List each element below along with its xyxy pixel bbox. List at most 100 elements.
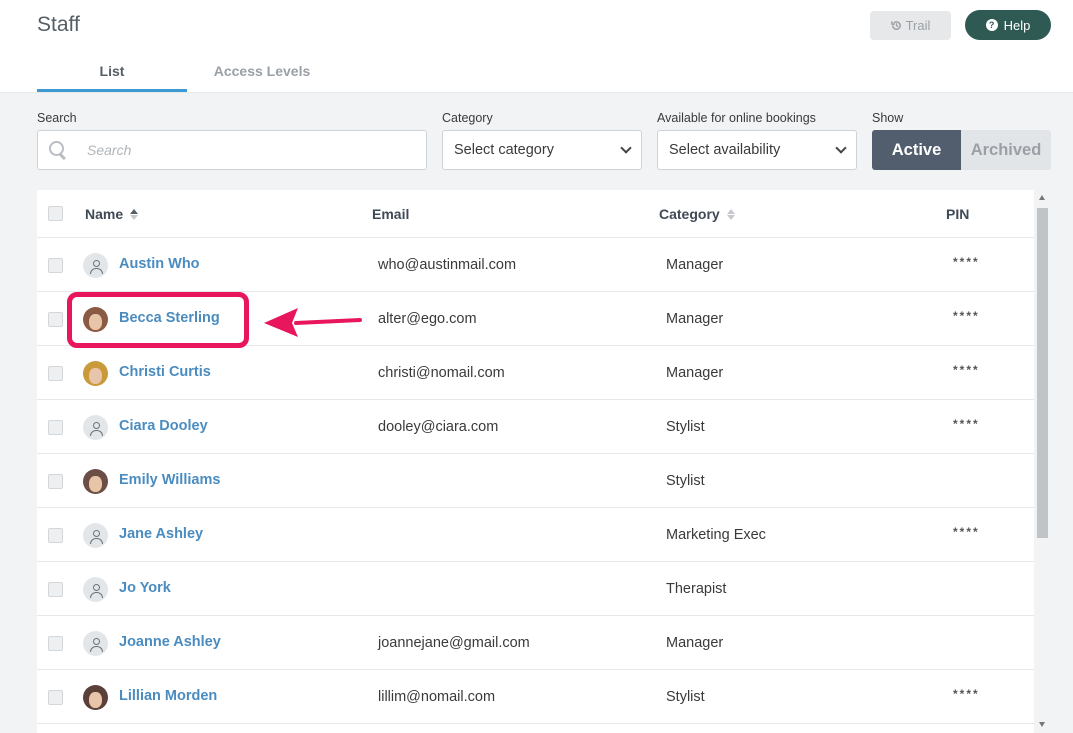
column-header-category[interactable]: Category [659,206,735,222]
tab-bar: List Access Levels [37,58,337,92]
staff-pin: **** [953,255,980,269]
staff-email: who@austinmail.com [378,257,517,273]
search-input[interactable] [87,142,387,158]
table-row[interactable]: Christi Curtis christi@nomail.com Manage… [37,346,1034,400]
staff-name-link[interactable]: Ciara Dooley [119,418,208,434]
sort-icon [726,208,735,220]
scroll-down-icon[interactable] [1039,722,1045,727]
staff-pin: **** [953,363,980,377]
table-row[interactable]: Joanne Ashley joannejane@gmail.com Manag… [37,616,1034,670]
staff-email: alter@ego.com [378,311,477,327]
avatar [83,415,108,440]
table-row[interactable]: Ciara Dooley dooley@ciara.com Stylist **… [37,400,1034,454]
staff-name-link[interactable]: Joanne Ashley [119,634,221,650]
column-header-email: Email [372,206,409,222]
table-row[interactable]: Jane Ashley Marketing Exec **** [37,508,1034,562]
staff-category: Manager [666,635,724,651]
active-toggle-button[interactable]: Active [872,130,961,170]
avatar [83,523,108,548]
staff-name-link[interactable]: Lillian Morden [119,688,217,704]
staff-pin: **** [953,417,980,431]
staff-category: Manager [666,365,724,381]
person-icon [89,529,103,544]
table-scrollbar[interactable] [1034,190,1051,733]
staff-name-link[interactable]: Jane Ashley [119,526,203,542]
staff-pin: **** [953,309,980,323]
trail-button[interactable]: Trail [870,11,951,40]
availability-select-value: Select availability [669,142,781,158]
avatar [83,361,108,386]
staff-email: lillim@nomail.com [378,689,496,705]
staff-category: Stylist [666,419,705,435]
avatar [83,577,108,602]
table-row[interactable]: Emily Williams Stylist [37,454,1034,508]
person-icon [89,421,103,436]
scroll-up-icon[interactable] [1039,195,1045,200]
select-all-checkbox[interactable] [48,206,63,221]
person-icon [89,637,103,652]
staff-pin: **** [953,687,980,701]
help-button[interactable]: ? Help [965,10,1051,40]
table-row[interactable]: Lillian Morden lillim@nomail.com Stylist… [37,670,1034,724]
row-checkbox[interactable] [48,690,63,705]
staff-category: Therapist [666,581,727,597]
avatar [83,307,108,332]
history-icon [890,21,901,30]
column-header-email-label: Email [372,206,410,222]
question-circle-icon: ? [985,19,998,31]
avatar [83,253,108,278]
staff-name-link[interactable]: Becca Sterling [119,310,220,326]
staff-name-link[interactable]: Jo York [119,580,171,596]
category-select[interactable]: Select category [442,130,642,170]
row-checkbox[interactable] [48,636,63,651]
staff-category: Manager [666,311,724,327]
staff-category: Marketing Exec [666,527,766,543]
row-checkbox[interactable] [48,258,63,273]
content-area: Search Category Select category Availabl… [0,93,1073,733]
column-header-category-label: Category [659,206,720,222]
staff-name-link[interactable]: Austin Who [119,256,200,272]
availability-select[interactable]: Select availability [657,130,857,170]
sort-asc-icon [130,208,139,220]
staff-category: Stylist [666,473,705,489]
staff-category: Manager [666,257,724,273]
trail-button-label: Trail [905,18,931,33]
profile-photo [89,313,102,330]
show-toggle: Active Archived [872,130,1051,170]
row-checkbox[interactable] [48,528,63,543]
search-icon [49,141,67,159]
help-button-label: Help [1003,17,1031,33]
staff-category: Stylist [666,689,705,705]
table-row[interactable]: Becca Sterling alter@ego.com Manager ***… [37,292,1034,346]
staff-pin: **** [953,525,980,539]
avatar [83,685,108,710]
category-select-value: Select category [454,142,554,158]
staff-email: joannejane@gmail.com [378,635,530,651]
category-label: Category [442,111,493,125]
staff-table: Name Email Category PIN Austin Who who@a… [37,190,1034,733]
staff-name-link[interactable]: Emily Williams [119,472,220,488]
column-header-name-label: Name [85,206,124,222]
tab-list[interactable]: List [37,58,187,92]
archived-toggle-button[interactable]: Archived [961,130,1051,170]
tab-access-levels[interactable]: Access Levels [187,58,337,92]
profile-photo [89,475,102,492]
row-checkbox[interactable] [48,474,63,489]
person-icon [89,259,103,274]
column-header-pin-label: PIN [946,206,970,222]
search-label: Search [37,111,77,125]
scroll-thumb[interactable] [1037,208,1048,538]
avatar [83,469,108,494]
profile-photo [89,691,102,708]
row-checkbox[interactable] [48,420,63,435]
row-checkbox[interactable] [48,366,63,381]
table-row[interactable]: Jo York Therapist [37,562,1034,616]
column-header-name[interactable]: Name [85,206,139,222]
table-row[interactable]: Austin Who who@austinmail.com Manager **… [37,238,1034,292]
row-checkbox[interactable] [48,582,63,597]
row-checkbox[interactable] [48,312,63,327]
search-box[interactable] [37,130,427,170]
staff-name-link[interactable]: Christi Curtis [119,364,211,380]
page-title: Staff [37,13,80,36]
availability-label: Available for online bookings [657,111,816,125]
